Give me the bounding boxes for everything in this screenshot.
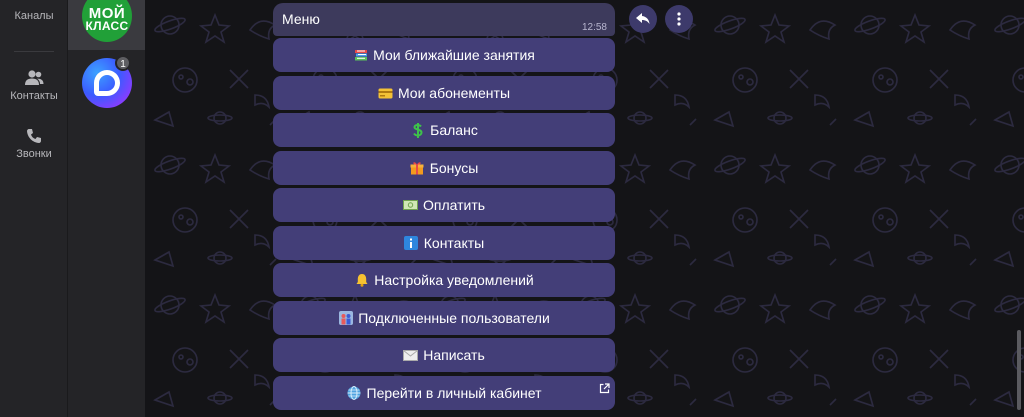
- chat-bubble-icon: [94, 70, 120, 96]
- contacts-icon: [25, 70, 44, 85]
- envelope-icon: [403, 348, 419, 363]
- message-text: Меню: [282, 11, 320, 27]
- nav-channels-label: Каналы: [14, 10, 54, 22]
- keyboard-button-lessons[interactable]: Мои ближайшие занятия: [273, 38, 615, 72]
- keyboard-button-personal-account[interactable]: Перейти в личный кабинет: [273, 376, 615, 410]
- nav-channels[interactable]: Каналы: [0, 10, 68, 22]
- keyboard-button-label: Мои абонементы: [397, 85, 511, 101]
- chat-item-moi-klass[interactable]: МОЙ КЛАСС: [68, 0, 145, 50]
- nav-calls[interactable]: Звонки: [0, 128, 68, 160]
- gift-icon: [410, 161, 425, 176]
- dollar-icon: [410, 122, 425, 138]
- nav-contacts[interactable]: Контакты: [0, 70, 68, 102]
- keyboard-button-notifications[interactable]: Настройка уведомлений: [273, 263, 615, 297]
- more-vertical-icon: [677, 12, 681, 26]
- keyboard-button-label: Бонусы: [429, 160, 479, 176]
- keyboard-button-label: Оплатить: [422, 197, 486, 213]
- globe-icon: [347, 386, 362, 401]
- avatar: МОЙ КЛАСС: [82, 0, 132, 42]
- books-icon: [353, 48, 368, 63]
- keyboard-button-contacts[interactable]: Контакты: [273, 226, 615, 260]
- keyboard-button-connected-users[interactable]: Подключенные пользователи: [273, 301, 615, 335]
- card-icon: [378, 86, 393, 101]
- people-icon: [338, 311, 353, 326]
- keyboard-button-label: Мои ближайшие занятия: [373, 47, 535, 63]
- nav-divider: [14, 51, 54, 52]
- unread-badge: 1: [115, 55, 131, 71]
- message-time: 12:58: [581, 22, 607, 33]
- message-bubble: Меню 12:58: [273, 3, 615, 36]
- more-button[interactable]: [665, 5, 693, 33]
- info-icon: [404, 236, 419, 251]
- keyboard-button-subscriptions[interactable]: Мои абонементы: [273, 76, 615, 110]
- keyboard-button-label: Настройка уведомлений: [374, 272, 534, 288]
- external-link-icon: [599, 381, 610, 397]
- bell-icon: [354, 273, 369, 288]
- nav-rail: Каналы Контакты Звонки: [0, 0, 68, 417]
- chat-scrollbar[interactable]: [1017, 330, 1021, 410]
- keyboard-button-label: Написать: [423, 347, 485, 363]
- messenger-window: Каналы Контакты Звонки МОЙ КЛАСС 1 Меню …: [0, 0, 1024, 417]
- phone-icon: [27, 129, 41, 143]
- nav-contacts-label: Контакты: [10, 90, 58, 102]
- keyboard-button-write[interactable]: Написать: [273, 338, 615, 372]
- keyboard-button-label: Подключенные пользователи: [358, 310, 550, 326]
- nav-calls-label: Звонки: [16, 148, 52, 160]
- reply-icon: [636, 13, 650, 24]
- keyboard-button-label: Перейти в личный кабинет: [366, 385, 542, 401]
- avatar-text-line2: КЛАСС: [85, 19, 129, 33]
- keyboard-button-label: Контакты: [423, 235, 485, 251]
- keyboard-button-pay[interactable]: Оплатить: [273, 188, 615, 222]
- keyboard-button-bonuses[interactable]: Бонусы: [273, 151, 615, 185]
- chat-list: МОЙ КЛАСС: [68, 0, 145, 417]
- money-icon: [402, 198, 418, 213]
- reply-button[interactable]: [629, 5, 657, 33]
- keyboard-button-label: Баланс: [430, 122, 478, 138]
- keyboard-button-balance[interactable]: Баланс: [273, 113, 615, 147]
